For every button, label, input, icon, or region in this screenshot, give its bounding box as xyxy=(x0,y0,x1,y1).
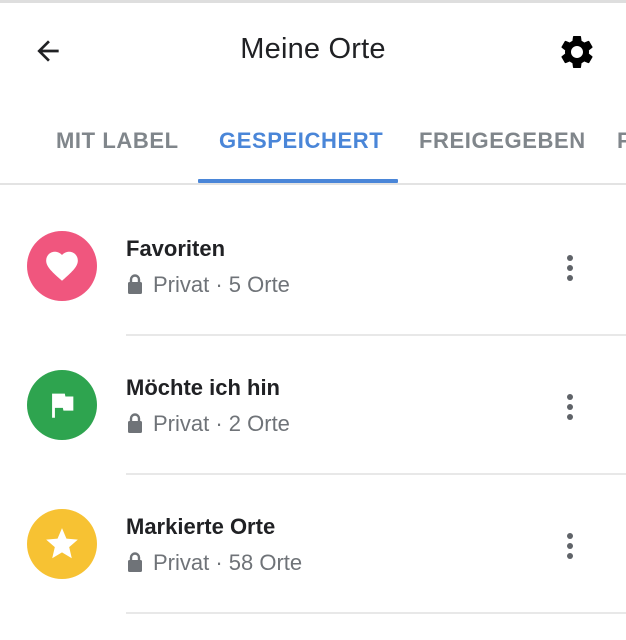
list-subtitle-text: Privat · 2 Orte xyxy=(153,411,290,436)
app-bar: Meine Orte xyxy=(0,3,626,95)
heart-icon xyxy=(46,251,78,281)
tab-bar: MIT LABEL GESPEICHERT FREIGEGEBEN F xyxy=(0,112,626,184)
more-vert-icon xyxy=(567,255,573,281)
flag-icon xyxy=(52,393,74,418)
list-item-moechte-ich-hin[interactable]: Möchte ich hin Privat · 2 Orte xyxy=(0,337,626,476)
more-vert-icon xyxy=(567,533,573,559)
tab-partial[interactable]: F xyxy=(617,128,626,154)
star-icon xyxy=(46,528,78,559)
list-icon-badge xyxy=(27,231,97,301)
list-item-favoriten[interactable]: Favoriten Privat · 5 Orte xyxy=(0,198,626,337)
lock-icon xyxy=(128,274,142,294)
lock-icon xyxy=(128,413,142,433)
list-divider xyxy=(126,612,626,614)
list-icon-badge xyxy=(27,370,97,440)
list-subtitle-text: Privat · 5 Orte xyxy=(153,272,290,297)
list-subtitle: Privat · 2 Orte xyxy=(126,411,290,437)
list-divider xyxy=(126,473,626,475)
tab-mit-label[interactable]: MIT LABEL xyxy=(56,128,179,154)
more-options-button[interactable] xyxy=(552,524,588,568)
list-divider xyxy=(126,334,626,336)
more-vert-icon xyxy=(567,394,573,420)
tab-gespeichert[interactable]: GESPEICHERT xyxy=(219,128,383,154)
list-title: Favoriten xyxy=(126,236,226,261)
list-subtitle: Privat · 5 Orte xyxy=(126,272,290,298)
list-item-markierte-orte[interactable]: Markierte Orte Privat · 58 Orte xyxy=(0,476,626,615)
list-icon-badge xyxy=(27,509,97,579)
page-title: Meine Orte xyxy=(240,33,386,65)
settings-button[interactable] xyxy=(556,31,598,73)
tabs-divider xyxy=(0,183,626,185)
more-options-button[interactable] xyxy=(552,385,588,429)
more-options-button[interactable] xyxy=(552,246,588,290)
list-subtitle: Privat · 58 Orte xyxy=(126,550,302,576)
gear-icon xyxy=(561,35,593,68)
lock-icon xyxy=(128,552,142,572)
tab-freigegeben[interactable]: FREIGEGEBEN xyxy=(419,128,586,154)
list-subtitle-text: Privat · 58 Orte xyxy=(153,550,303,575)
list-title: Markierte Orte xyxy=(126,514,276,539)
list-title: Möchte ich hin xyxy=(126,375,280,400)
